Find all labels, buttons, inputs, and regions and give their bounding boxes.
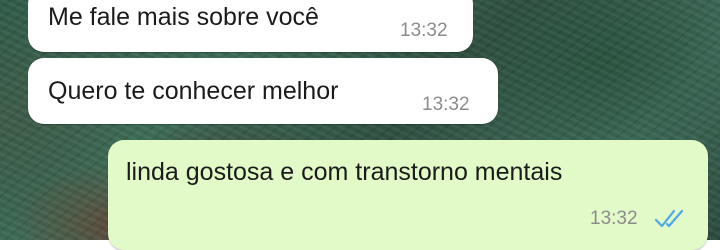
outgoing-message-bubble[interactable]: linda gostosa e com transtorno mentais 1… (108, 140, 708, 250)
message-timestamp: 13:32 (422, 94, 470, 115)
double-check-read-icon (654, 209, 684, 228)
incoming-message-bubble[interactable]: Quero te conhecer melhor 13:32 (28, 58, 498, 124)
message-text: linda gostosa e com transtorno mentais (126, 158, 563, 186)
incoming-message-bubble[interactable]: Me fale mais sobre você 13:32 (28, 0, 473, 52)
message-timestamp: 13:32 (400, 20, 448, 41)
message-timestamp: 13:32 (590, 208, 638, 229)
message-text: Me fale mais sobre você (48, 3, 319, 31)
message-text: Quero te conhecer melhor (48, 77, 339, 105)
